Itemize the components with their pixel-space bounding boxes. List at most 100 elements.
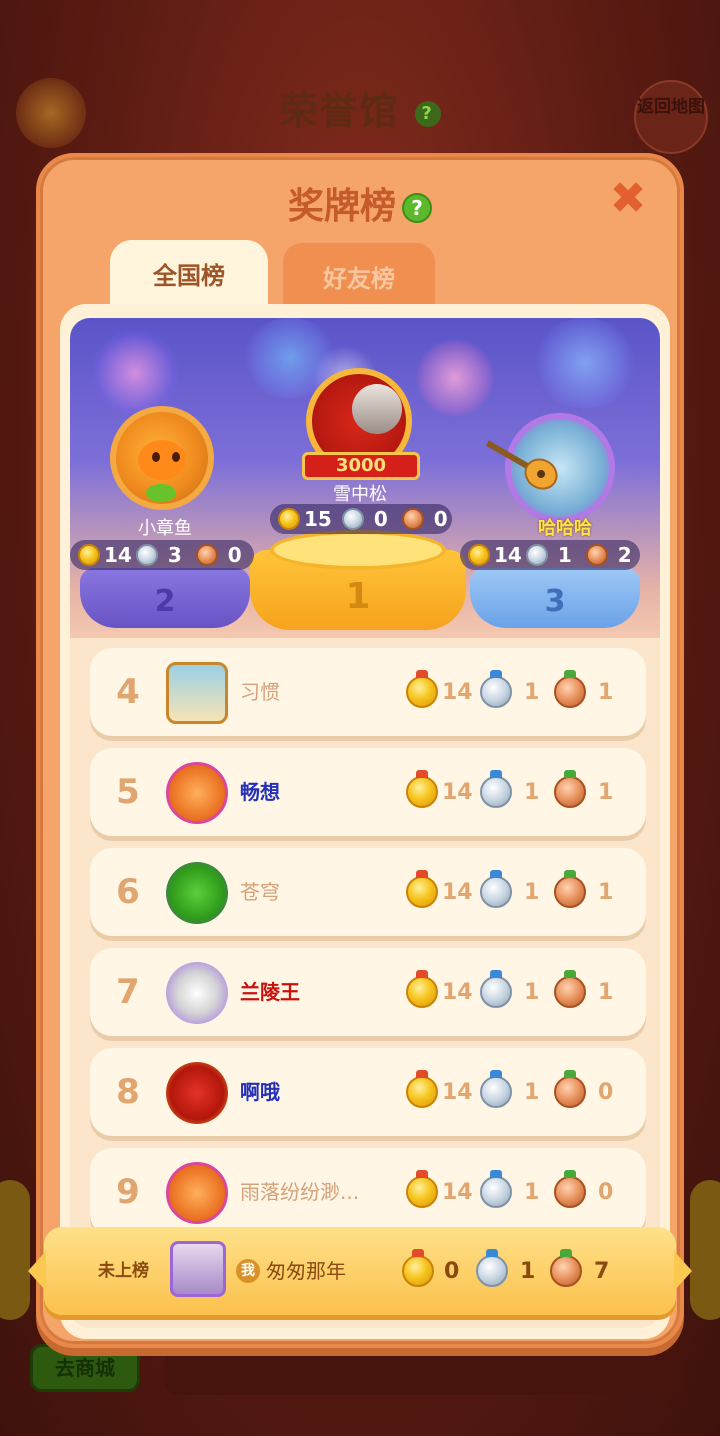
gold-count: 14 — [494, 543, 522, 567]
gold-medal-icon — [406, 870, 438, 908]
silver-count: 1 — [524, 979, 540, 1005]
avatar[interactable] — [166, 862, 228, 924]
list-item[interactable]: 9 雨落纷纷渺... 14 1 0 — [90, 1148, 646, 1236]
avatar[interactable] — [170, 1241, 226, 1297]
tab-national[interactable]: 全国榜 — [110, 240, 268, 310]
gold-count: 14 — [442, 1179, 473, 1205]
list-item[interactable]: 8 啊哦 14 1 0 — [90, 1048, 646, 1136]
rank-number: 5 — [116, 772, 140, 812]
podium-place-2: 2 — [154, 584, 176, 619]
silver-medal-icon — [480, 970, 512, 1008]
player-name: 畅想 — [240, 780, 280, 804]
podium-place-1: 1 — [345, 576, 371, 617]
modal-title: 奖牌榜? — [40, 177, 680, 229]
bronze-count: 1 — [598, 979, 614, 1005]
medal-counts: 14 1 1 — [406, 948, 628, 1036]
list-item[interactable]: 6 苍穹 14 1 1 — [90, 848, 646, 936]
player-name: 兰陵王 — [240, 980, 300, 1004]
bronze-medal-icon — [401, 508, 424, 530]
shop-button[interactable]: 去商城 — [30, 1344, 140, 1392]
leaderboard-panel: 2 3 1 3000 雪中松 小章鱼 哈哈哈 15 0 0 14 3 0 14 … — [60, 304, 670, 1339]
list-item[interactable]: 7 兰陵王 14 1 1 — [90, 948, 646, 1036]
bronze-medal-icon — [554, 670, 586, 708]
silver-medal-icon — [480, 770, 512, 808]
my-medal-counts: 0 1 7 — [402, 1227, 624, 1315]
podium-medals-3: 14 1 2 — [460, 540, 640, 570]
avatar[interactable] — [166, 1162, 228, 1224]
silver-medal-icon — [341, 508, 364, 530]
silver-medal-icon — [480, 870, 512, 908]
hall-title: 荣誉馆 ? — [0, 80, 720, 135]
gold-medal-icon — [406, 1070, 438, 1108]
podium-medals-1: 15 0 0 — [270, 504, 452, 534]
avatar[interactable] — [166, 762, 228, 824]
medal-counts: 14 1 1 — [406, 648, 628, 736]
silver-medal-icon — [480, 1170, 512, 1208]
podium-name-1: 雪中松 — [333, 484, 387, 505]
bronze-count: 2 — [617, 543, 632, 567]
avatar[interactable] — [166, 962, 228, 1024]
avatar[interactable] — [166, 662, 228, 724]
side-decoration-right — [690, 1180, 720, 1320]
silver-count: 3 — [167, 543, 182, 567]
gold-medal-icon — [406, 1170, 438, 1208]
bronze-medal-icon — [554, 870, 586, 908]
gold-medal-icon — [78, 544, 100, 566]
silver-count: 1 — [524, 779, 540, 805]
medal-leaderboard-modal: 奖牌榜? ✖ 全国榜 好友榜 2 3 1 3000 雪中松 小章鱼 哈哈哈 15… — [36, 153, 684, 1348]
close-icon[interactable]: ✖ — [608, 177, 648, 221]
silver-medal-icon — [480, 670, 512, 708]
gold-medal-icon — [468, 544, 490, 566]
gold-medal-icon — [406, 670, 438, 708]
silver-medal-icon — [476, 1249, 508, 1287]
gold-medal-icon — [402, 1249, 434, 1287]
silver-count: 1 — [524, 1179, 540, 1205]
rank-number: 4 — [116, 672, 140, 712]
gold-count: 14 — [442, 1079, 473, 1105]
bronze-medal-icon — [554, 770, 586, 808]
player-name: 习惯 — [240, 680, 280, 704]
rank-number: 6 — [116, 872, 140, 912]
bronze-medal-icon — [554, 1070, 586, 1108]
bronze-count: 0 — [598, 1179, 614, 1205]
podium-name-3: 哈哈哈 — [538, 518, 592, 539]
bronze-count: 0 — [227, 543, 242, 567]
list-item[interactable]: 4 习惯 14 1 1 — [90, 648, 646, 736]
bronze-count: 7 — [594, 1258, 610, 1284]
silver-medal-icon — [135, 544, 158, 566]
list-item[interactable]: 5 畅想 14 1 1 — [90, 748, 646, 836]
podium-medals-2: 14 3 0 — [70, 540, 254, 570]
gold-count: 14 — [442, 879, 473, 905]
silver-count: 1 — [557, 543, 572, 567]
level-badge: 3000 — [302, 452, 420, 480]
gold-count: 15 — [304, 507, 332, 531]
bronze-medal-icon — [554, 1170, 586, 1208]
my-rank-bar[interactable]: 未上榜 我 匆匆那年 0 1 7 — [28, 1227, 692, 1315]
avatar[interactable] — [166, 1062, 228, 1124]
gold-count: 14 — [442, 779, 473, 805]
rank-number: 9 — [116, 1172, 140, 1212]
player-name: 啊哦 — [240, 1080, 280, 1104]
bronze-count: 1 — [598, 679, 614, 705]
leaderboard-scroll-area[interactable]: 2 3 1 3000 雪中松 小章鱼 哈哈哈 15 0 0 14 3 0 14 … — [70, 318, 660, 1328]
silver-count: 1 — [524, 679, 540, 705]
help-icon[interactable]: ? — [402, 193, 432, 223]
gold-medal-icon — [406, 970, 438, 1008]
tab-friends[interactable]: 好友榜 — [280, 240, 438, 310]
rank-number: 8 — [116, 1072, 140, 1112]
podium-stand-1: 1 — [250, 530, 466, 630]
firework-decoration — [90, 328, 180, 418]
player-name: 雨落纷纷渺... — [240, 1180, 360, 1204]
silver-count: 1 — [520, 1258, 536, 1284]
bronze-medal-icon — [585, 544, 608, 566]
gold-count: 0 — [444, 1258, 460, 1284]
modal-title-text: 奖牌榜 — [287, 186, 396, 227]
return-map-button[interactable]: 返回地图 — [634, 80, 708, 154]
medal-counts: 14 1 1 — [406, 748, 628, 836]
hall-title-text: 荣誉馆 — [279, 89, 400, 133]
podium-avatar-2[interactable] — [110, 406, 214, 510]
bronze-count: 1 — [598, 879, 614, 905]
my-name: 匆匆那年 — [266, 1259, 346, 1283]
medal-button[interactable] — [16, 78, 86, 148]
silver-count: 1 — [524, 1079, 540, 1105]
